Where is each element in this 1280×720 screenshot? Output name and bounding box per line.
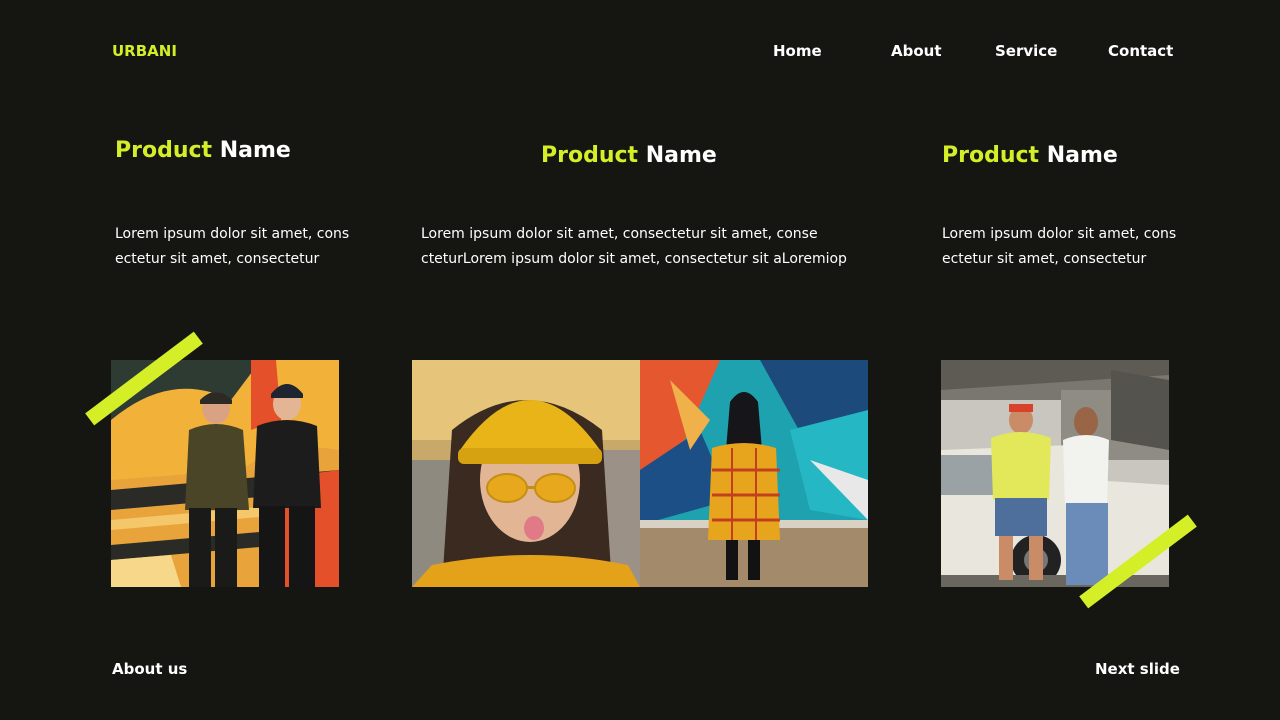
- product-description-3: Lorem ipsum dolor sit amet, cons ectetur…: [942, 222, 1182, 272]
- nav-about[interactable]: About: [891, 42, 942, 60]
- product-title-3: Product Name: [942, 143, 1118, 168]
- product-photo-2b: [640, 360, 868, 587]
- product-title-1: Product Name: [115, 138, 291, 163]
- product-description-1: Lorem ipsum dolor sit amet, cons ectetur…: [115, 222, 355, 272]
- product-title-rest: Name: [1039, 143, 1118, 168]
- desc-line: Lorem ipsum dolor sit amet, cons: [115, 226, 350, 242]
- next-slide-link[interactable]: Next slide: [1095, 660, 1180, 678]
- product-photo-1: [111, 360, 339, 587]
- product-title-highlight: Product: [115, 138, 213, 163]
- brand-logo[interactable]: URBANI: [112, 42, 177, 60]
- desc-line: Lorem ipsum dolor sit amet, consectetur …: [421, 226, 818, 242]
- desc-line: ectetur sit amet, consectetur: [115, 251, 320, 267]
- about-us-link[interactable]: About us: [112, 660, 187, 678]
- product-title-highlight: Product: [942, 143, 1040, 168]
- nav-service[interactable]: Service: [995, 42, 1057, 60]
- product-title-highlight: Product: [541, 143, 639, 168]
- desc-line: ectetur sit amet, consectetur: [942, 251, 1147, 267]
- product-title-rest: Name: [638, 143, 717, 168]
- desc-line: cteturLorem ipsum dolor sit amet, consec…: [421, 251, 847, 267]
- nav-home[interactable]: Home: [773, 42, 822, 60]
- product-title-2: Product Name: [541, 143, 717, 168]
- product-photo-2a: [412, 360, 640, 587]
- desc-line: Lorem ipsum dolor sit amet, cons: [942, 226, 1177, 242]
- product-title-rest: Name: [212, 138, 291, 163]
- nav-contact[interactable]: Contact: [1108, 42, 1173, 60]
- product-description-2: Lorem ipsum dolor sit amet, consectetur …: [421, 222, 859, 272]
